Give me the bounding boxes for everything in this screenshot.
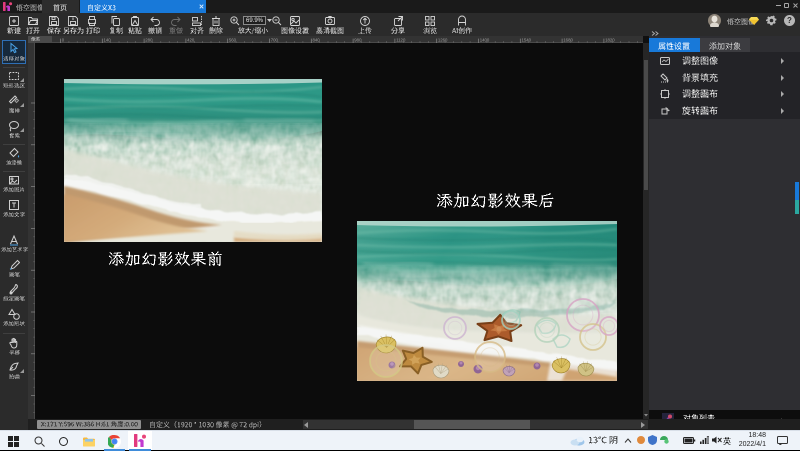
svg-text:1820: 1820 [605,37,615,42]
svg-text:1540: 1540 [522,37,532,42]
svg-text:1400: 1400 [480,37,490,42]
svg-text:420: 420 [187,37,195,42]
svg-text:560: 560 [229,37,237,42]
svg-text:840: 840 [313,37,321,42]
svg-text:0: 0 [62,37,65,42]
svg-text:280: 280 [145,37,153,42]
svg-text:140: 140 [104,37,112,42]
svg-text:700: 700 [271,37,279,42]
svg-text:1120: 1120 [396,37,406,42]
svg-text:1680: 1680 [563,37,573,42]
svg-text:980: 980 [354,37,362,42]
svg-text:1260: 1260 [438,37,448,42]
